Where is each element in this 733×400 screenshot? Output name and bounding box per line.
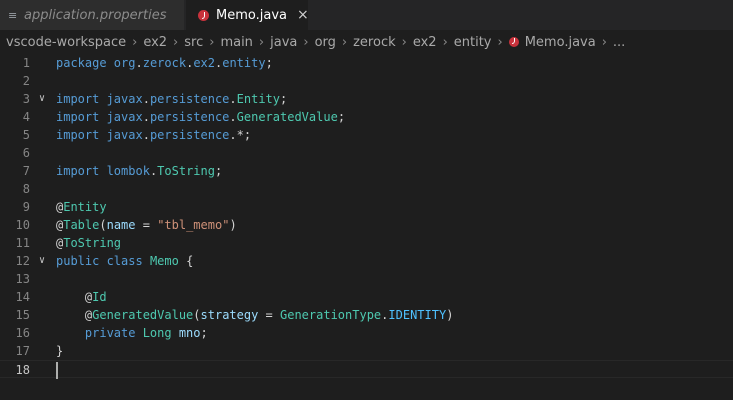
code-text: public class Memo { bbox=[56, 254, 194, 268]
java-file-icon bbox=[508, 37, 519, 47]
chevron-right-icon: › bbox=[303, 34, 309, 50]
code-text: private Long mno; bbox=[84, 326, 208, 340]
properties-file-icon: ≡ bbox=[8, 8, 18, 22]
chevron-right-icon: › bbox=[258, 34, 265, 50]
code-line-12: 12 ∨ public class Memo { bbox=[0, 252, 733, 270]
breadcrumb-item[interactable]: main bbox=[220, 35, 252, 50]
code-line-5: 5 import javax.persistence.*; bbox=[0, 126, 733, 144]
line-number: 5 bbox=[22, 128, 30, 142]
code-line-16: 16 private Long mno; bbox=[0, 324, 733, 342]
tab-label: Memo.java bbox=[216, 7, 287, 23]
code-text: } bbox=[56, 344, 64, 358]
code-line-4: 4 import javax.persistence.GeneratedValu… bbox=[0, 108, 733, 126]
code-text: import lombok.ToString; bbox=[56, 164, 223, 178]
line-number: 15 bbox=[15, 308, 30, 322]
chevron-right-icon: › bbox=[132, 34, 138, 50]
code-line-17: 17 } bbox=[0, 342, 733, 360]
code-line-18: 18 bbox=[0, 360, 733, 379]
tab-memo-java[interactable]: Memo.java × bbox=[186, 0, 309, 30]
chevron-right-icon: › bbox=[497, 34, 503, 50]
breadcrumb-item[interactable]: java bbox=[270, 35, 297, 50]
breadcrumb-item[interactable]: zerock bbox=[353, 35, 396, 50]
code-text: package org.zerock.ex2.entity; bbox=[56, 56, 273, 70]
line-number: 17 bbox=[15, 344, 30, 358]
line-number: 13 bbox=[15, 272, 30, 286]
chevron-right-icon: › bbox=[209, 34, 215, 50]
line-number: 9 bbox=[22, 200, 30, 214]
breadcrumb-item[interactable]: entity bbox=[454, 35, 492, 50]
fold-chevron-icon[interactable]: ∨ bbox=[39, 252, 45, 270]
line-number: 16 bbox=[15, 326, 30, 340]
fold-chevron-icon[interactable]: ∨ bbox=[39, 90, 45, 108]
code-line-2: 2 bbox=[0, 72, 733, 90]
code-text: @GeneratedValue(strategy = GenerationTyp… bbox=[56, 308, 454, 322]
code-line-3: 3 ∨ import javax.persistence.Entity; bbox=[0, 90, 733, 108]
breadcrumb-item[interactable]: ex2 bbox=[143, 35, 167, 50]
code-line-6: 6 bbox=[0, 144, 733, 162]
code-line-1: 1 package org.zerock.ex2.entity; bbox=[0, 54, 733, 72]
code-line-9: 9 @Entity bbox=[0, 198, 733, 216]
line-number: 18 bbox=[15, 363, 30, 377]
code-text: @Table(name = "tbl_memo") bbox=[56, 218, 237, 232]
line-number: 2 bbox=[22, 74, 30, 88]
line-number: 4 bbox=[22, 110, 30, 124]
breadcrumb-item[interactable]: vscode-workspace bbox=[6, 35, 126, 50]
code-text: @Entity bbox=[56, 200, 107, 214]
code-editor[interactable]: 1 package org.zerock.ex2.entity; 2 3 ∨ i… bbox=[0, 54, 733, 400]
chevron-right-icon: › bbox=[601, 34, 607, 50]
editor-tab-bar: ≡ application.properties Memo.java × bbox=[0, 0, 733, 30]
line-number: 1 bbox=[22, 56, 30, 70]
tab-application-properties[interactable]: ≡ application.properties bbox=[0, 0, 184, 30]
code-line-13: 13 bbox=[0, 270, 733, 288]
line-number: 10 bbox=[15, 218, 30, 232]
chevron-right-icon: › bbox=[442, 34, 448, 50]
breadcrumb-more[interactable]: ... bbox=[613, 35, 625, 50]
breadcrumb: vscode-workspace › ex2 › src › main › java › … bbox=[0, 30, 733, 54]
tab-label: application.properties bbox=[24, 7, 167, 23]
code-line-7: 7 import lombok.ToString; bbox=[0, 162, 733, 180]
code-text: import javax.persistence.GeneratedValue; bbox=[56, 110, 346, 124]
close-icon[interactable]: × bbox=[297, 8, 309, 22]
code-line-10: 10 @Table(name = "tbl_memo") bbox=[0, 216, 733, 234]
breadcrumb-item[interactable]: src bbox=[184, 35, 203, 50]
java-file-icon bbox=[198, 9, 209, 21]
code-line-14: 14 @Id bbox=[0, 288, 733, 306]
code-line-11: 11 @ToString bbox=[0, 234, 733, 252]
breadcrumb-item[interactable]: org bbox=[315, 35, 336, 50]
chevron-right-icon: › bbox=[401, 34, 407, 50]
code-text: import javax.persistence.Entity; bbox=[56, 92, 288, 106]
breadcrumb-file[interactable]: Memo.java bbox=[525, 35, 596, 50]
breadcrumb-item[interactable]: ex2 bbox=[413, 35, 437, 50]
line-number: 12 bbox=[15, 254, 30, 268]
line-number: 11 bbox=[15, 236, 30, 250]
chevron-right-icon: › bbox=[173, 34, 179, 50]
code-line-8: 8 bbox=[0, 180, 733, 198]
code-text: @Id bbox=[56, 290, 107, 304]
line-number: 6 bbox=[22, 146, 30, 160]
chevron-right-icon: › bbox=[341, 34, 348, 50]
text-cursor bbox=[56, 362, 58, 379]
code-text: import javax.persistence.*; bbox=[56, 128, 252, 142]
code-line-15: 15 @GeneratedValue(strategy = Generation… bbox=[0, 306, 733, 324]
code-text: @ToString bbox=[56, 236, 122, 250]
code-text bbox=[56, 361, 58, 379]
line-number: 8 bbox=[22, 182, 30, 196]
line-number: 14 bbox=[15, 290, 30, 304]
line-number: 7 bbox=[22, 164, 30, 178]
line-number: 3 bbox=[22, 92, 30, 106]
